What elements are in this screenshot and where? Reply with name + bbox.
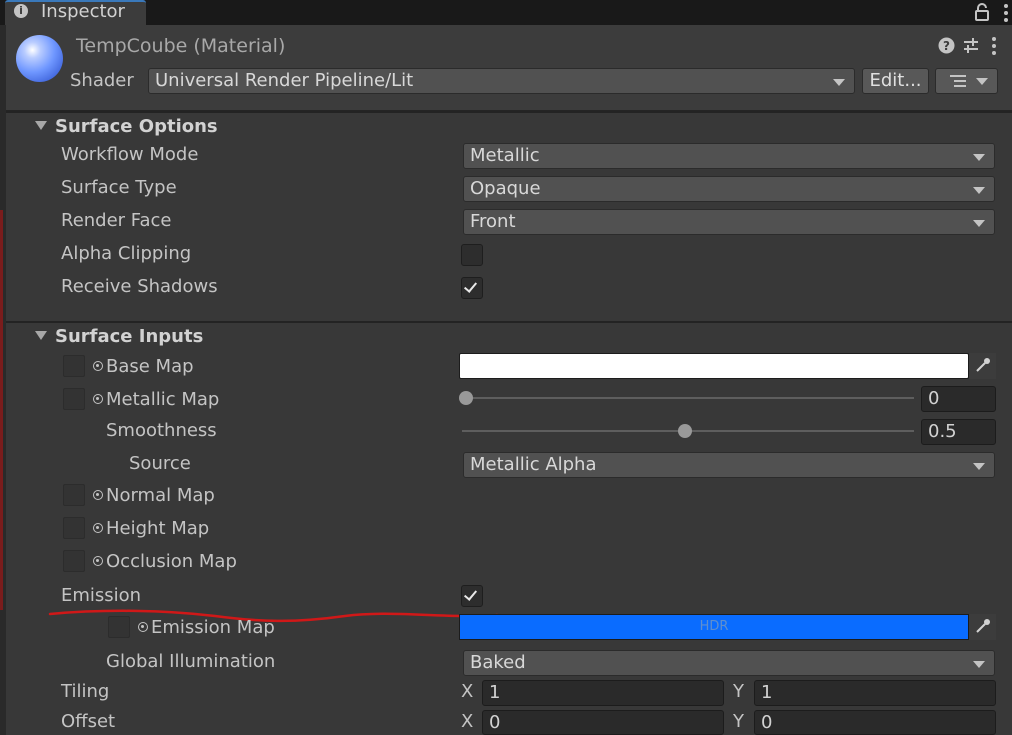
tab-bar (0, 0, 1012, 25)
shader-value: Universal Render Pipeline/Lit (155, 70, 414, 91)
workflow-mode-dropdown[interactable]: Metallic (463, 143, 995, 169)
tab-menu-kebab-icon[interactable] (1002, 3, 1010, 23)
metallic-slider-thumb[interactable] (459, 391, 473, 405)
normal-map-label: Normal Map (106, 485, 215, 506)
object-picker-icon[interactable] (93, 556, 103, 566)
hdr-label: HDR (699, 619, 729, 634)
tiling-x-field[interactable]: 1 (482, 680, 724, 706)
material-preview-sphere (16, 35, 63, 82)
shader-edit-button[interactable]: Edit... (862, 68, 929, 94)
base-map-label: Base Map (106, 356, 194, 377)
section-divider (6, 321, 1012, 323)
foldout-arrow-icon[interactable] (35, 331, 47, 340)
surface-type-dropdown[interactable]: Opaque (463, 176, 995, 202)
eyedropper-icon (976, 358, 990, 372)
workflow-mode-value: Metallic (470, 145, 540, 166)
alpha-clipping-checkbox[interactable] (461, 244, 483, 266)
global-illumination-value: Baked (470, 652, 526, 673)
eyedropper-button[interactable] (969, 614, 996, 640)
receive-shadows-label: Receive Shadows (61, 276, 218, 297)
preset-settings-icon[interactable] (962, 37, 980, 54)
tiling-x-label[interactable]: X (461, 680, 473, 704)
source-label: Source (129, 453, 191, 474)
smoothness-value-field[interactable]: 0.5 (921, 419, 996, 445)
global-illumination-dropdown[interactable]: Baked (463, 650, 995, 676)
svg-text:?: ? (943, 39, 950, 53)
render-face-value: Front (470, 211, 516, 232)
metallic-value-field[interactable]: 0 (921, 386, 996, 412)
help-icon[interactable]: ? (938, 37, 955, 54)
global-illumination-label: Global Illumination (106, 651, 276, 672)
chevron-down-icon (973, 463, 985, 470)
smoothness-slider-thumb[interactable] (678, 424, 692, 438)
render-face-label: Render Face (61, 210, 172, 231)
surface-type-value: Opaque (470, 178, 541, 199)
checkmark-icon (463, 587, 478, 601)
offset-y-label[interactable]: Y (733, 710, 744, 734)
shader-options-button[interactable] (935, 68, 998, 94)
source-dropdown[interactable]: Metallic Alpha (463, 452, 995, 478)
surface-options-title[interactable]: Surface Options (55, 115, 218, 139)
normal-map-texture-slot[interactable] (63, 484, 85, 506)
workflow-mode-label: Workflow Mode (61, 144, 199, 165)
surface-type-label: Surface Type (61, 177, 177, 198)
metallic-map-texture-slot[interactable] (63, 388, 85, 410)
tiling-label: Tiling (61, 681, 110, 702)
offset-x-field[interactable]: 0 (482, 710, 724, 735)
tab-inspector-label: Inspector (41, 1, 125, 22)
base-map-texture-slot[interactable] (63, 355, 85, 377)
alpha-clipping-label: Alpha Clipping (61, 243, 192, 264)
occlusion-map-texture-slot[interactable] (63, 550, 85, 572)
object-picker-icon[interactable] (138, 622, 148, 632)
tiling-y-field[interactable]: 1 (754, 680, 996, 706)
source-value: Metallic Alpha (470, 454, 597, 475)
section-divider (6, 111, 1012, 113)
material-name: TempCoube (Material) (76, 35, 286, 57)
receive-shadows-checkbox[interactable] (461, 277, 483, 299)
info-icon: i (14, 4, 28, 18)
checkmark-icon (463, 279, 478, 293)
emission-map-label: Emission Map (151, 617, 275, 638)
object-picker-icon[interactable] (93, 523, 103, 533)
emission-color-field[interactable]: HDR (459, 614, 969, 640)
chevron-down-icon (976, 78, 988, 85)
list-icon (950, 75, 966, 87)
shader-dropdown[interactable]: Universal Render Pipeline/Lit (148, 68, 855, 94)
object-picker-icon[interactable] (93, 490, 103, 500)
offset-y-field[interactable]: 0 (754, 710, 996, 735)
smoothness-label: Smoothness (106, 420, 217, 441)
height-map-label: Height Map (106, 518, 210, 539)
render-face-dropdown[interactable]: Front (463, 209, 995, 235)
occlusion-map-label: Occlusion Map (106, 551, 237, 572)
chevron-down-icon (973, 661, 985, 668)
shader-label: Shader (70, 70, 134, 91)
left-panel-edge (0, 25, 6, 735)
object-picker-icon[interactable] (93, 394, 103, 404)
tiling-y-label[interactable]: Y (733, 680, 744, 704)
component-menu-kebab-icon[interactable] (990, 36, 998, 56)
eyedropper-icon (976, 619, 990, 633)
lock-icon[interactable] (974, 3, 990, 21)
metallic-slider-track[interactable] (462, 397, 914, 399)
surface-inputs-title[interactable]: Surface Inputs (55, 325, 203, 349)
eyedropper-button[interactable] (969, 353, 996, 379)
height-map-texture-slot[interactable] (63, 517, 85, 539)
chevron-down-icon (973, 154, 985, 161)
chevron-down-icon (973, 220, 985, 227)
offset-label: Offset (61, 711, 116, 732)
metallic-map-label: Metallic Map (106, 389, 220, 410)
chevron-down-icon (973, 187, 985, 194)
foldout-arrow-icon[interactable] (35, 121, 47, 130)
chevron-down-icon (833, 79, 845, 86)
base-map-color-field[interactable] (459, 353, 969, 379)
emission-map-texture-slot[interactable] (108, 616, 130, 638)
object-picker-icon[interactable] (93, 361, 103, 371)
offset-x-label[interactable]: X (461, 710, 473, 734)
